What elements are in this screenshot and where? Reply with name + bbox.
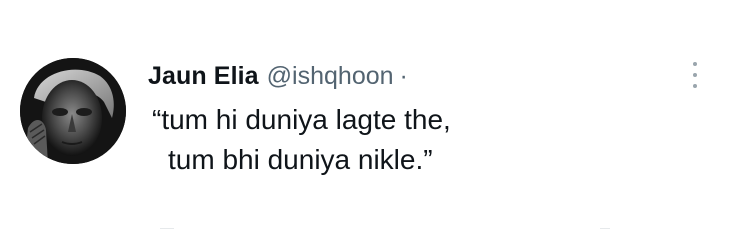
- tweet-header: Jaun Elia @ishqhoon ·: [148, 60, 408, 92]
- tweet-text-line-2: tum bhi duniya nikle.”: [168, 144, 433, 175]
- author-handle[interactable]: @ishqhoon: [267, 62, 394, 91]
- divider-fragment: [600, 228, 610, 229]
- author-display-name[interactable]: Jaun Elia: [148, 62, 259, 91]
- more-dot: [693, 84, 697, 88]
- more-dot: [693, 62, 697, 66]
- tweet-card[interactable]: Jaun Elia @ishqhoon · “tum hi duniya lag…: [0, 0, 735, 245]
- tweet-text-line-1: “tum hi duniya lagte the,: [152, 104, 451, 135]
- more-vertical-icon[interactable]: [685, 62, 705, 88]
- tweet-text: “tum hi duniya lagte the, tum bhi duniya…: [152, 100, 672, 180]
- avatar-portrait-image: [20, 58, 126, 164]
- avatar[interactable]: [20, 58, 126, 164]
- divider-fragment: [160, 228, 174, 229]
- more-dot: [693, 73, 697, 77]
- separator-dot: ·: [399, 61, 408, 90]
